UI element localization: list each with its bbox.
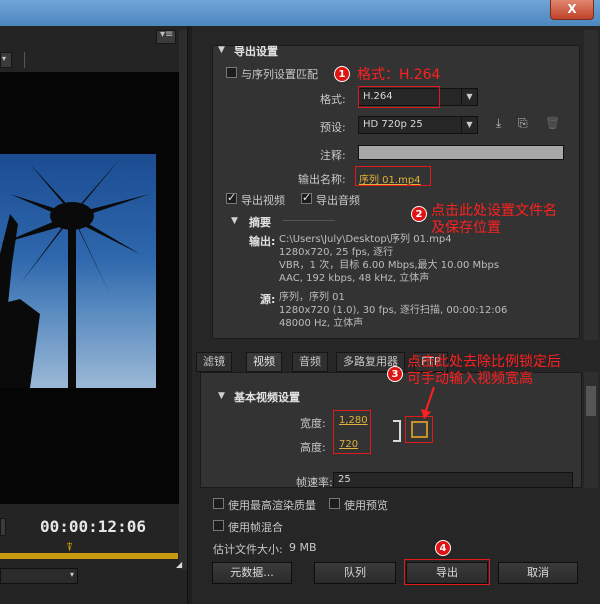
timeline-range-bar[interactable] xyxy=(0,553,178,559)
range-end-marker-icon[interactable]: ◢ xyxy=(176,560,182,569)
use-previews-label: 使用预览 xyxy=(344,499,388,512)
import-preset-icon[interactable]: ⎘ xyxy=(518,116,528,131)
summary-collapse-icon[interactable]: ▼ xyxy=(231,216,238,226)
summary-title: 摘要 xyxy=(249,216,271,229)
export-audio-checkbox[interactable] xyxy=(301,191,312,204)
summary-output: C:\Users\July\Desktop\序列 01.mp4 1280x720… xyxy=(279,233,499,285)
summary-output-line: 1280x720, 25 fps, 逐行 xyxy=(279,247,394,258)
comments-label: 注释: xyxy=(320,149,346,162)
left-dropdown-stub[interactable]: ▾ xyxy=(0,52,12,68)
max-render-quality-checkbox[interactable] xyxy=(213,498,224,509)
source-range-dropdown[interactable]: ▾ xyxy=(0,568,78,584)
queue-button[interactable]: 队列 xyxy=(314,562,396,584)
export-audio-label: 导出音频 xyxy=(316,194,360,207)
divider xyxy=(283,220,335,221)
chevron-down-icon: ▼ xyxy=(461,117,477,133)
preset-label: 预设: xyxy=(320,121,346,134)
annotation-line: 及保存位置 xyxy=(431,220,501,236)
video-scrollbar[interactable] xyxy=(584,372,598,488)
annotation-badge-1: 1 xyxy=(334,66,350,82)
palm-tree-silhouette xyxy=(0,159,150,388)
frame-blending-checkbox[interactable] xyxy=(213,520,224,531)
summary-output-key: 输出: xyxy=(249,235,276,248)
window-title-bar xyxy=(0,0,600,26)
collapse-triangle-icon[interactable]: ▼ xyxy=(218,45,225,55)
annotation-text-3: 点击此处去除比例锁定后 可手动输入视频宽高 xyxy=(407,351,561,388)
delete-preset-icon[interactable]: 🗑 xyxy=(545,116,560,130)
panel-menu-icon[interactable]: ▾≡ xyxy=(156,29,176,44)
summary-source-line: 1280x720 (1.0), 30 fps, 逐行扫描, 00:00:12:0… xyxy=(279,305,508,316)
cancel-button[interactable]: 取消 xyxy=(498,562,578,584)
chevron-down-icon: ▼ xyxy=(461,89,477,105)
summary-source: 序列，序列 01 1280x720 (1.0), 30 fps, 逐行扫描, 0… xyxy=(279,291,507,330)
framerate-value: 25 xyxy=(338,474,351,485)
estimated-size-value: 9 MB xyxy=(289,541,317,554)
output-name-label: 输出名称: xyxy=(298,173,346,186)
match-sequence-checkbox[interactable] xyxy=(226,67,237,78)
left-control-stub[interactable] xyxy=(0,518,6,536)
export-video-checkbox[interactable] xyxy=(226,191,237,204)
tab-filters[interactable]: 滤镜 xyxy=(196,352,232,372)
divider xyxy=(24,52,25,68)
annotation-box-export xyxy=(404,559,490,585)
annotation-badge-4: 4 xyxy=(435,540,451,556)
width-label: 宽度: xyxy=(300,417,326,430)
preview-frame-image xyxy=(0,154,156,388)
annotation-box-output-name xyxy=(355,166,431,186)
scroll-thumb[interactable] xyxy=(586,386,596,416)
preset-value: HD 720p 25 xyxy=(363,119,423,130)
annotation-text-2: 点击此处设置文件名 及保存位置 xyxy=(431,200,557,237)
left-scrollbar[interactable] xyxy=(179,30,187,570)
annotation-text-1: 格式：H.264 xyxy=(357,67,441,83)
export-settings-title: 导出设置 xyxy=(234,45,278,58)
preset-dropdown[interactable]: HD 720p 25 ▼ xyxy=(358,116,478,134)
tab-audio[interactable]: 音频 xyxy=(292,352,328,372)
summary-output-line: VBR，1 次，目标 6.00 Mbps,最大 10.00 Mbps xyxy=(279,260,500,271)
window-close-button[interactable]: X xyxy=(550,0,594,20)
summary-source-line: 48000 Hz, 立体声 xyxy=(279,318,364,329)
timecode-display: 00:00:12:06 xyxy=(40,517,146,536)
annotation-box-dimensions xyxy=(333,410,371,454)
basic-video-title: 基本视频设置 xyxy=(234,391,300,404)
summary-source-key: 源: xyxy=(260,293,276,306)
annotation-box-format xyxy=(358,86,440,108)
annotation-badge-2: 2 xyxy=(411,206,427,222)
comments-input[interactable] xyxy=(358,145,564,160)
tab-video[interactable]: 视频 xyxy=(246,352,282,372)
annotation-badge-3: 3 xyxy=(387,366,403,382)
format-label: 格式: xyxy=(320,93,346,106)
save-preset-icon[interactable]: ⤓ xyxy=(496,116,501,131)
use-previews-checkbox[interactable] xyxy=(329,498,340,509)
metadata-button[interactable]: 元数据... xyxy=(212,562,292,584)
export-video-label: 导出视频 xyxy=(241,194,285,207)
summary-source-line: 序列，序列 01 xyxy=(279,292,345,303)
link-bracket xyxy=(393,420,401,442)
estimated-size-label: 估计文件大小: xyxy=(213,543,283,556)
framerate-dropdown[interactable]: 25 xyxy=(333,472,573,488)
max-render-quality-label: 使用最高渲染质量 xyxy=(228,499,316,512)
frame-blending-label: 使用帧混合 xyxy=(228,521,283,534)
settings-scrollbar[interactable] xyxy=(584,30,598,340)
video-collapse-icon[interactable]: ▼ xyxy=(218,391,225,401)
height-label: 高度: xyxy=(300,441,326,454)
summary-output-line: AAC, 192 kbps, 48 kHz, 立体声 xyxy=(279,273,430,284)
match-sequence-label: 与序列设置匹配 xyxy=(241,68,318,81)
annotation-arrow xyxy=(421,386,435,419)
